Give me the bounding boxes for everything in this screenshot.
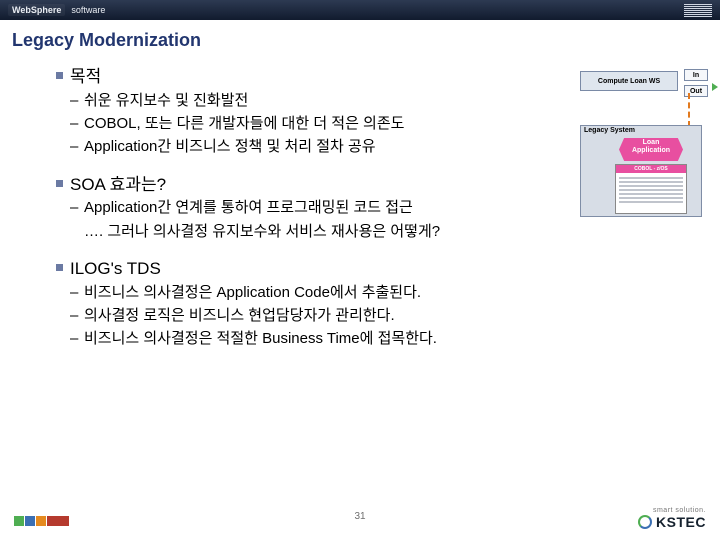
list-item: Application간 연계를 통하여 프로그래밍된 코드 접근 [56, 196, 684, 219]
topbar-tag: software [71, 5, 105, 15]
websphere-mark: WebSphere [8, 4, 65, 16]
list-item: 의사결정 로직은 비즈니스 현업담당자가 관리한다. [56, 304, 684, 327]
top-bar: WebSphere software [0, 0, 720, 20]
kstec-logo: smart solution. KSTEC [638, 507, 706, 530]
ibm-logo [684, 4, 712, 17]
kstec-dot-icon [638, 515, 652, 529]
list-item: COBOL, 또는 다른 개발자들에 대한 더 적은 의존도 [56, 112, 684, 135]
diagram-out-label: Out [684, 85, 708, 97]
footer: 31 smart solution. KSTEC [0, 492, 720, 540]
page-number: 31 [354, 511, 365, 522]
dashed-connector [688, 93, 691, 127]
kstec-name: KSTEC [656, 514, 706, 530]
diagram-in-label: In [684, 69, 708, 81]
kstec-tagline: smart solution. [638, 507, 706, 514]
ilog-logo [14, 512, 70, 530]
list-item: 비즈니스 의사결정은 Application Code에서 추출된다. [56, 281, 684, 304]
page-title: Legacy Modernization [12, 30, 708, 51]
arrow-icon [712, 83, 718, 91]
list-item: 비즈니스 의사결정은 적절한 Business Time에 접목한다. [56, 327, 684, 350]
section-heading: ILOG's TDS [56, 257, 684, 281]
list-item: 쉬운 유지보수 및 진화발전 [56, 89, 684, 112]
content-area: 목적 쉬운 유지보수 및 진화발전 COBOL, 또는 다른 개발자들에 대한 … [0, 65, 720, 495]
section-heading: 목적 [56, 65, 684, 89]
list-item-tail: …. 그러나 의사결정 유지보수와 서비스 재사용은 어떻게? [56, 220, 684, 243]
list-item: Application간 비즈니스 정책 및 처리 절차 공유 [56, 135, 684, 158]
section-heading: SOA 효과는? [56, 173, 684, 197]
